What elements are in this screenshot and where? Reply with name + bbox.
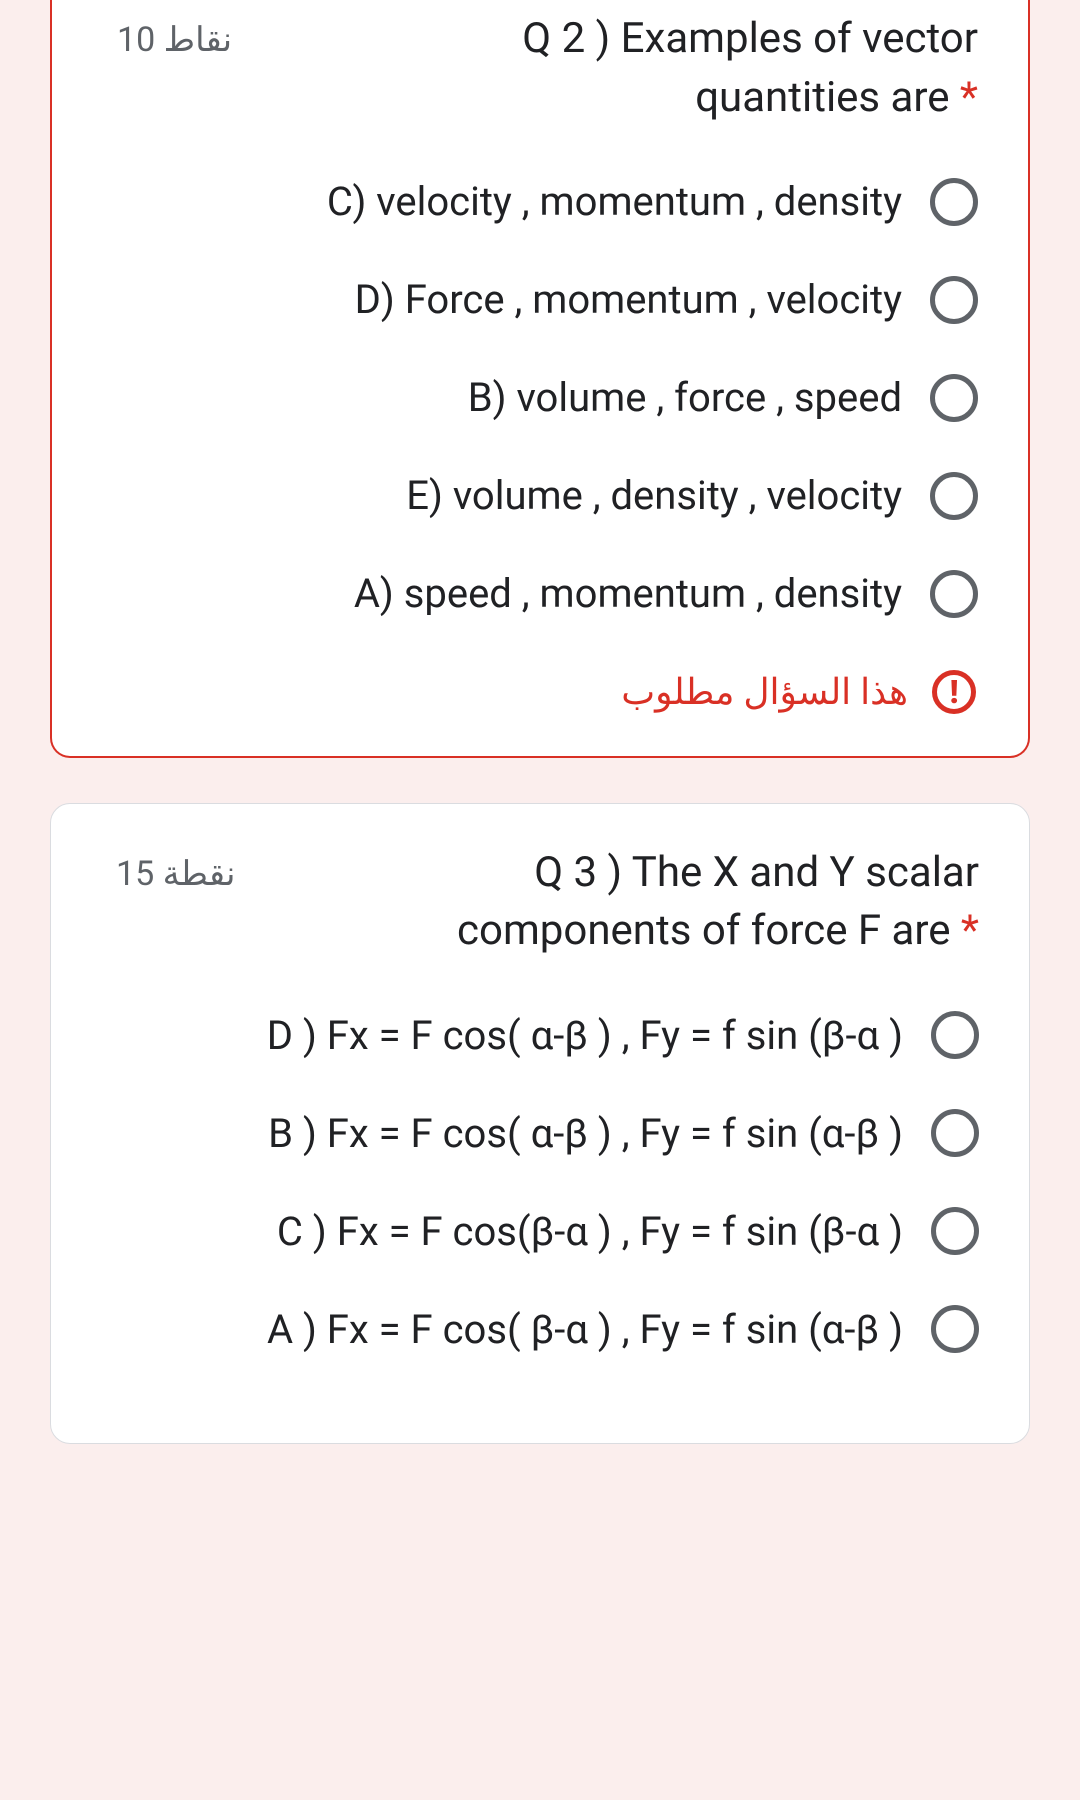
question-card-2: Q 2 ) Examples of vector quantities are … xyxy=(50,0,1030,758)
radio-icon[interactable] xyxy=(931,1305,979,1353)
option-row[interactable]: C ) Fx = F cos(β-α ) , Fy = f sin (β-α ) xyxy=(101,1207,979,1255)
option-label: C ) Fx = F cos(β-α ) , Fy = f sin (β-α ) xyxy=(277,1208,903,1255)
option-row[interactable]: A) speed , momentum , density xyxy=(102,570,978,618)
radio-icon[interactable] xyxy=(930,472,978,520)
title-line-2: quantities are xyxy=(695,73,949,122)
option-row[interactable]: C) velocity , momentum , density xyxy=(102,178,978,226)
title-line-1: Q 3 ) The X and Y scalar xyxy=(534,848,979,897)
title-line-1: Q 2 ) Examples of vector xyxy=(522,14,978,63)
option-label: C) velocity , momentum , density xyxy=(327,178,902,225)
required-asterisk: * xyxy=(961,906,979,955)
option-label: B) volume , force , speed xyxy=(468,374,902,421)
required-text: هذا السؤال مطلوب xyxy=(621,671,908,713)
radio-icon[interactable] xyxy=(931,1011,979,1059)
option-row[interactable]: B) volume , force , speed xyxy=(102,374,978,422)
option-row[interactable]: E) volume , density , velocity xyxy=(102,472,978,520)
radio-icon[interactable] xyxy=(930,374,978,422)
option-label: E) volume , density , velocity xyxy=(406,472,902,519)
option-row[interactable]: D) Force , momentum , velocity xyxy=(102,276,978,324)
option-label: B ) Fx = F cos( α-β ) , Fy = f sin (α-β … xyxy=(268,1110,903,1157)
options-group: C) velocity , momentum , density D) Forc… xyxy=(102,178,978,618)
radio-icon[interactable] xyxy=(931,1109,979,1157)
question-title: Q 2 ) Examples of vector quantities are … xyxy=(232,10,978,128)
radio-icon[interactable] xyxy=(930,178,978,226)
error-icon-wrap: ! xyxy=(930,668,978,716)
question-header: Q 3 ) The X and Y scalar components of f… xyxy=(101,844,979,962)
option-row[interactable]: D ) Fx = F cos( α-β ) , Fy = f sin (β-α … xyxy=(101,1011,979,1059)
option-row[interactable]: B ) Fx = F cos( α-β ) , Fy = f sin (α-β … xyxy=(101,1109,979,1157)
error-glyph: ! xyxy=(950,676,959,708)
radio-icon[interactable] xyxy=(931,1207,979,1255)
option-label: A) speed , momentum , density xyxy=(354,570,902,617)
error-icon: ! xyxy=(932,670,976,714)
options-group: D ) Fx = F cos( α-β ) , Fy = f sin (β-α … xyxy=(101,1011,979,1353)
points-label: 15 نقطة xyxy=(101,844,235,894)
radio-icon[interactable] xyxy=(930,570,978,618)
option-label: A ) Fx = F cos( β-α ) , Fy = f sin (α-β … xyxy=(267,1306,903,1353)
option-label: D ) Fx = F cos( α-β ) , Fy = f sin (β-α … xyxy=(267,1012,903,1059)
title-line-2: components of force F are xyxy=(457,906,950,955)
option-row[interactable]: A ) Fx = F cos( β-α ) , Fy = f sin (α-β … xyxy=(101,1305,979,1353)
required-asterisk: * xyxy=(960,73,978,122)
points-label: 10 نقاط xyxy=(102,10,232,60)
option-label: D) Force , momentum , velocity xyxy=(355,276,902,323)
question-title: Q 3 ) The X and Y scalar components of f… xyxy=(235,844,979,962)
question-card-3: Q 3 ) The X and Y scalar components of f… xyxy=(50,803,1030,1445)
radio-icon[interactable] xyxy=(930,276,978,324)
required-error-row: ! هذا السؤال مطلوب xyxy=(102,668,978,716)
question-header: Q 2 ) Examples of vector quantities are … xyxy=(102,10,978,128)
